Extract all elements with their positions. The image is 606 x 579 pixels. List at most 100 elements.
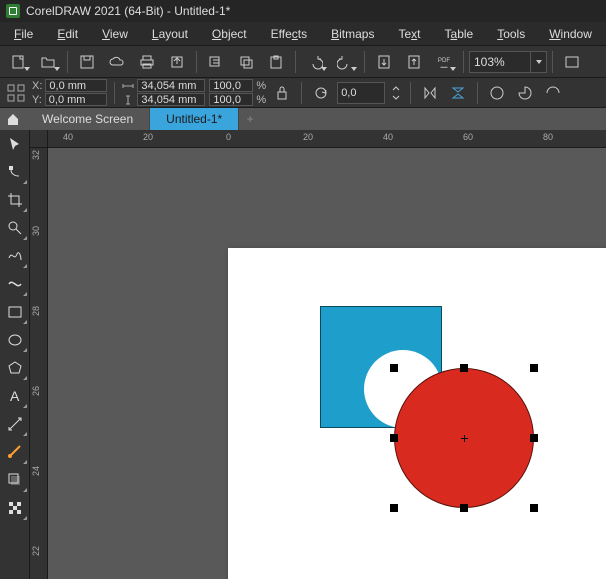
zoom-tool[interactable] (0, 214, 29, 242)
ruler-tick: 28 (31, 306, 41, 316)
open-button[interactable] (34, 49, 62, 75)
paste-button[interactable] (262, 49, 290, 75)
y-label: Y: (32, 94, 42, 106)
height-input[interactable] (137, 93, 205, 106)
mirror-v-button[interactable] (446, 81, 470, 105)
property-bar: X: Y: % % (0, 78, 606, 108)
y-input[interactable] (45, 93, 107, 106)
selection-handle-bl[interactable] (390, 504, 398, 512)
ruler-tick: 40 (63, 132, 73, 142)
horizontal-ruler[interactable]: 40 20 0 20 40 60 80 1 (48, 130, 606, 148)
undo-button[interactable] (301, 49, 329, 75)
drop-shadow-tool[interactable] (0, 466, 29, 494)
selection-handle-bm[interactable] (460, 504, 468, 512)
toolbar-separator (463, 51, 464, 73)
property-separator (477, 82, 478, 104)
shape-tool[interactable] (0, 158, 29, 186)
scale-x-input[interactable] (209, 79, 253, 92)
vertical-ruler[interactable]: 32 30 28 26 24 22 (30, 148, 48, 579)
selection-handle-tr[interactable] (530, 364, 538, 372)
ruler-origin[interactable] (30, 130, 48, 148)
menu-effects[interactable]: Effects (261, 24, 317, 44)
rectangle-tool[interactable] (0, 298, 29, 326)
print-button[interactable] (133, 49, 161, 75)
toolbox: A (0, 130, 30, 579)
publish-button[interactable] (163, 49, 191, 75)
selection-handle-tl[interactable] (390, 364, 398, 372)
redo-button[interactable] (331, 49, 359, 75)
ruler-tick: 40 (383, 132, 393, 142)
canvas-area[interactable]: 40 20 0 20 40 60 80 1 32 30 28 26 24 22 (30, 130, 606, 579)
text-tool[interactable]: A (0, 382, 29, 410)
selection-handle-ml[interactable] (390, 434, 398, 442)
property-separator (410, 82, 411, 104)
ruler-tick: 32 (31, 150, 41, 160)
transparency-tool[interactable] (0, 494, 29, 522)
menu-layout[interactable]: Layout (142, 24, 198, 44)
copy-button[interactable] (232, 49, 260, 75)
ruler-tick: 60 (463, 132, 473, 142)
width-input[interactable] (137, 79, 205, 92)
import-button[interactable] (370, 49, 398, 75)
zoom-dropdown[interactable] (531, 51, 547, 73)
ruler-tick: 22 (31, 546, 41, 556)
save-button[interactable] (73, 49, 101, 75)
selection-handle-tm[interactable] (460, 364, 468, 372)
document-tab[interactable]: Untitled-1* (150, 108, 239, 130)
x-input[interactable] (45, 79, 107, 92)
ellipse-tool[interactable] (0, 326, 29, 354)
dimension-tool[interactable] (0, 410, 29, 438)
zoom-input[interactable] (469, 51, 531, 73)
svg-text:PDF: PDF (438, 57, 450, 64)
property-separator (114, 82, 115, 104)
export-button[interactable] (400, 49, 428, 75)
pie-button[interactable] (513, 81, 537, 105)
scale-y-input[interactable] (209, 93, 253, 106)
menu-tools[interactable]: Tools (487, 24, 535, 44)
artistic-media-tool[interactable] (0, 270, 29, 298)
freehand-tool[interactable] (0, 242, 29, 270)
mirror-h-button[interactable] (418, 81, 442, 105)
workspace: A 40 20 0 20 40 60 80 1 (0, 130, 606, 579)
ruler-tick: 80 (543, 132, 553, 142)
menu-bar: File Edit View Layout Object Effects Bit… (0, 22, 606, 46)
home-tab[interactable] (0, 108, 26, 130)
drawing-canvas[interactable] (48, 148, 606, 579)
scale-unit-1: % (256, 80, 266, 92)
new-tab-button[interactable]: + (239, 108, 261, 130)
rotation-input[interactable] (337, 82, 385, 104)
menu-bitmaps[interactable]: Bitmaps (321, 24, 384, 44)
cut-button[interactable] (202, 49, 230, 75)
connector-tool[interactable] (0, 438, 29, 466)
lock-ratio-button[interactable] (270, 81, 294, 105)
rotation-stepper[interactable] (389, 81, 403, 105)
window-title: CorelDRAW 2021 (64-Bit) - Untitled-1* (26, 4, 230, 18)
menu-table[interactable]: Table (435, 24, 484, 44)
welcome-tab[interactable]: Welcome Screen (26, 108, 150, 130)
new-button[interactable] (4, 49, 32, 75)
zoom-level[interactable] (469, 51, 547, 73)
crop-tool[interactable] (0, 186, 29, 214)
selection-handle-br[interactable] (530, 504, 538, 512)
page[interactable] (228, 248, 606, 579)
toolbar-separator (552, 51, 553, 73)
ruler-tick: 0 (226, 132, 231, 142)
menu-object[interactable]: Object (202, 24, 257, 44)
publish-pdf-button[interactable]: PDF (430, 49, 458, 75)
selection-center[interactable] (461, 435, 468, 442)
selection-handle-mr[interactable] (530, 434, 538, 442)
menu-text[interactable]: Text (388, 24, 430, 44)
menu-file[interactable]: File (4, 24, 43, 44)
x-label: X: (32, 80, 42, 92)
pick-tool[interactable] (0, 130, 29, 158)
app-logo (6, 4, 20, 18)
fullscreen-button[interactable] (558, 49, 586, 75)
menu-window[interactable]: Window (539, 24, 602, 44)
menu-edit[interactable]: Edit (47, 24, 88, 44)
ellipse-button[interactable] (485, 81, 509, 105)
polygon-tool[interactable] (0, 354, 29, 382)
arc-button[interactable] (541, 81, 565, 105)
ruler-tick: 24 (31, 466, 41, 476)
cloud-button[interactable] (103, 49, 131, 75)
menu-view[interactable]: View (92, 24, 138, 44)
